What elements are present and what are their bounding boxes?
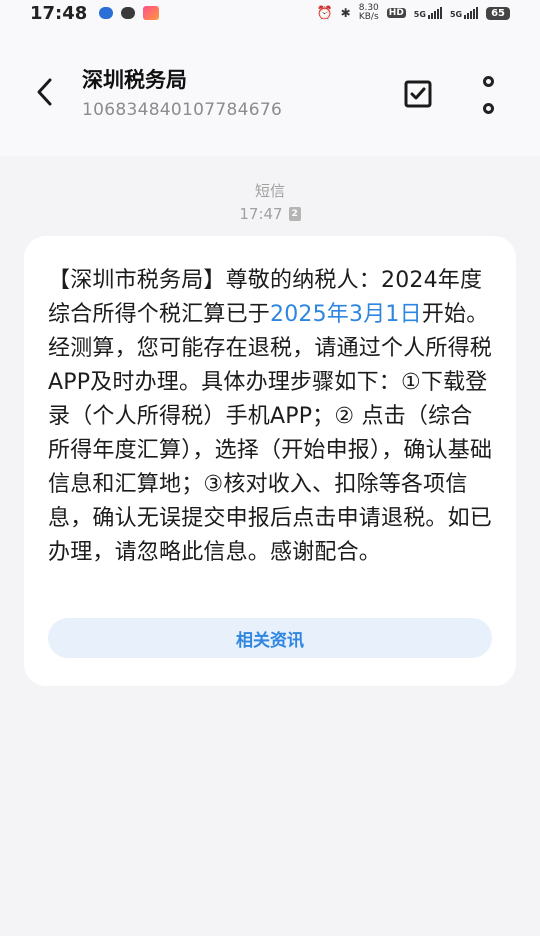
battery-indicator: 65 [486,6,510,20]
contact-title: 深圳税务局 [82,68,187,92]
checkbox-icon [404,80,432,108]
dot-icon [482,103,494,114]
network-speed: 8.30 KB/s [359,4,379,22]
message-meta: 短信 17:47 2 [0,180,540,223]
status-time: 17:48 [30,2,88,24]
notification-app-icon [99,7,114,19]
wechat-icon [121,7,136,19]
message-time-row: 17:47 2 [0,205,540,223]
date-link[interactable]: 2025年3月1日 [270,302,422,327]
message-body: 【深圳市税务局】尊敬的纳税人：2024年度综合所得个税汇算已于2025年3月1日… [48,264,494,570]
conversation-header: 深圳税务局 106834840107784676 [0,26,540,156]
signal-1: 5G [414,7,442,19]
bluetooth-icon: ✱ [340,6,351,20]
more-options-button[interactable] [476,76,500,114]
status-bar: 17:48 ⏰ ✱ 8.30 KB/s HD 5G 5G 65 [0,0,540,26]
related-info-button[interactable]: 相关资讯 [48,618,492,658]
alarm-icon: ⏰ [316,5,333,21]
hd-badge: HD [386,8,406,18]
status-right: ⏰ ✱ 8.30 KB/s HD 5G 5G 65 [316,4,510,22]
message-bubble[interactable]: 【深圳市税务局】尊敬的纳税人：2024年度综合所得个税汇算已于2025年3月1日… [24,236,516,686]
contact-number: 106834840107784676 [82,100,283,120]
notification-icons [99,6,160,20]
back-button[interactable] [30,74,58,110]
signal-bars-icon [464,7,479,19]
signal-bars-icon [427,7,442,19]
speed-unit: KB/s [358,12,379,22]
message-text-end: 开始。经测算，您可能存在退税，请通过个人所得税APP及时办理。具体办理步骤如下：… [48,302,493,565]
network-type-1: 5G [413,10,426,19]
select-button[interactable] [402,78,434,110]
signal-2: 5G [449,7,479,19]
network-type-2: 5G [449,10,463,19]
message-type: 短信 [254,182,285,200]
message-time: 17:47 [239,205,283,223]
video-app-icon [143,6,160,20]
chevron-left-icon [37,78,52,106]
dot-icon [482,76,494,87]
sim-card-icon: 2 [288,207,301,221]
